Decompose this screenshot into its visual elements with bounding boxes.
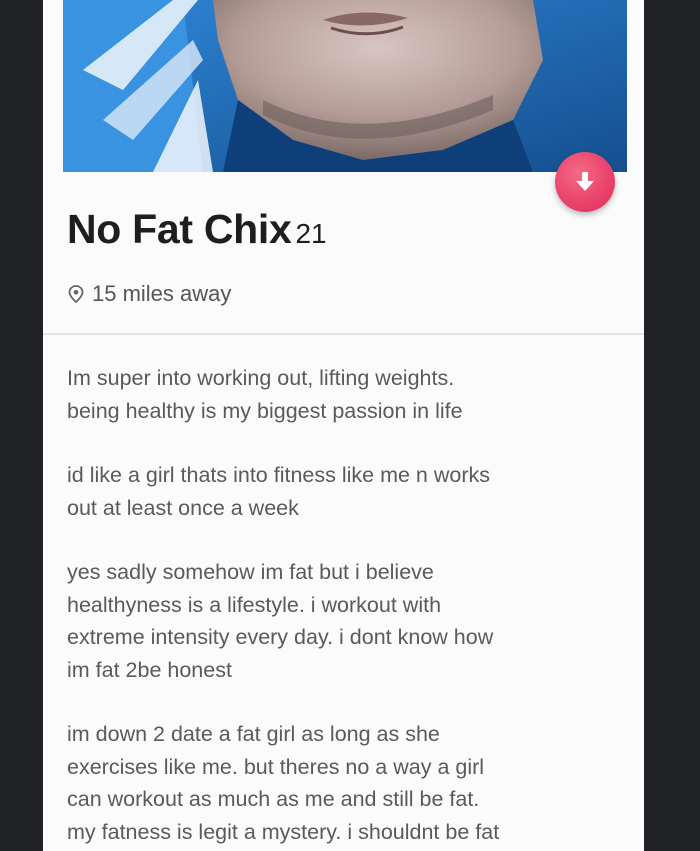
profile-age: 21 [295,218,327,249]
distance-row: 15 miles away [68,281,231,307]
distance-text: 15 miles away [92,281,232,306]
arrow-down-icon [574,170,596,194]
profile-photo[interactable] [63,0,627,172]
section-divider [43,333,644,335]
location-pin-icon [68,285,84,303]
profile-card[interactable]: No Fat Chix 21 15 miles away Im super int… [43,0,644,851]
app-screen: No Fat Chix 21 15 miles away Im super int… [0,0,700,851]
profile-bio: Im super into working out, lifting weigh… [67,362,627,851]
bio-paragraph: Im super into working out, lifting weigh… [67,366,463,423]
collapse-profile-button[interactable] [555,152,615,212]
profile-photo-image [63,0,627,172]
bio-paragraph: yes sadly somehow im fat but i believe h… [67,560,494,682]
bio-paragraph: id like a girl thats into fitness like m… [67,463,490,520]
profile-heading: No Fat Chix 21 [67,206,327,253]
profile-name: No Fat Chix [67,206,292,252]
bio-paragraph: im down 2 date a fat girl as long as she… [67,722,500,844]
